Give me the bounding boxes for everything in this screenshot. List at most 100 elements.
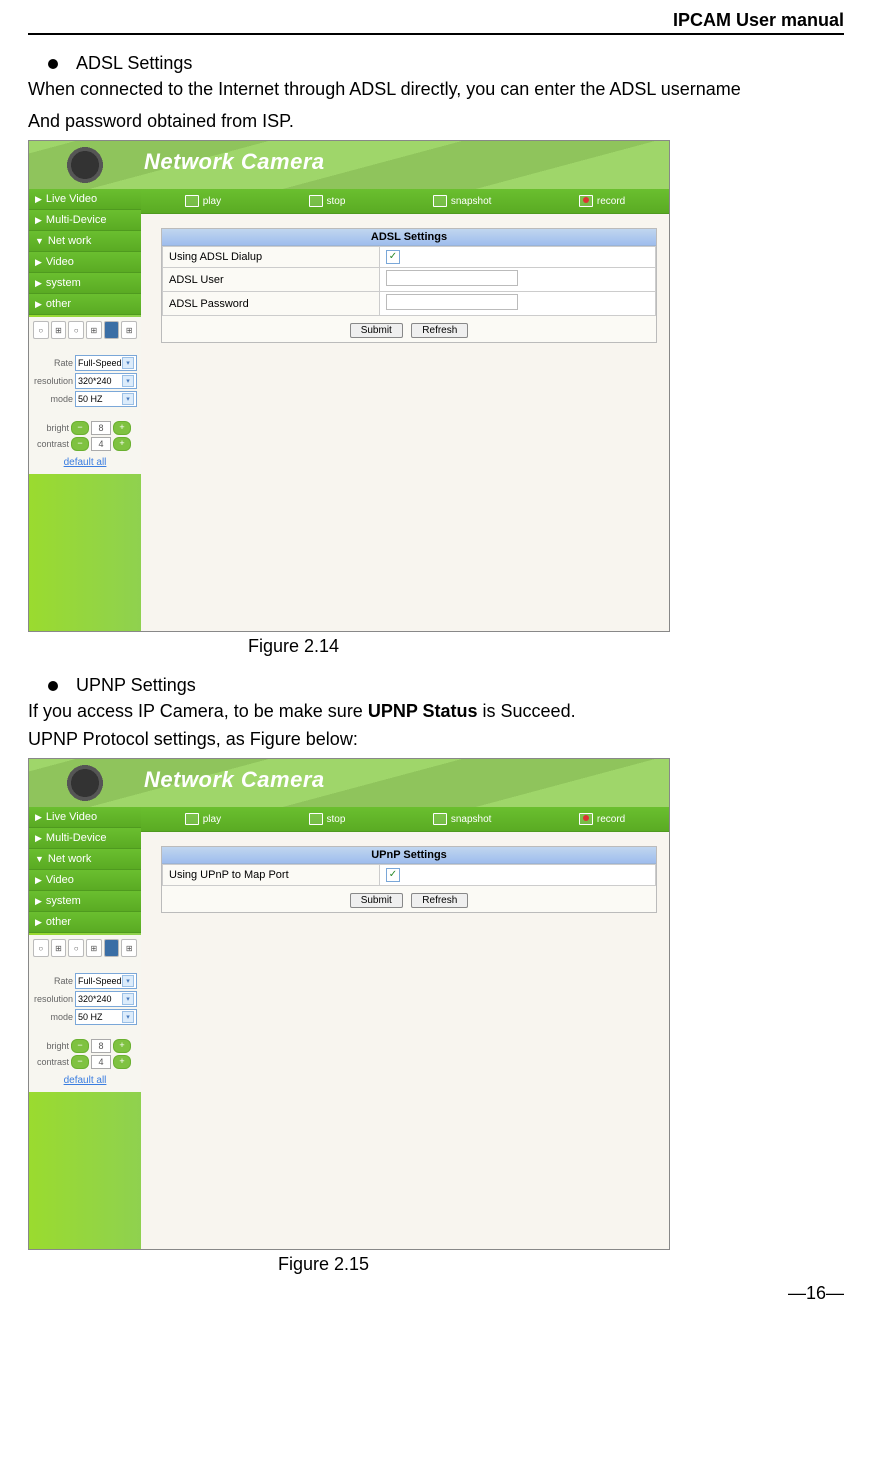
contrast-minus-button[interactable]: − — [71, 1055, 89, 1069]
rate-select[interactable]: Full-Speed▾ — [75, 973, 137, 989]
page-number: —16— — [28, 1283, 844, 1304]
dropdown-icon: ▾ — [122, 993, 134, 1005]
default-all-link[interactable]: default all — [31, 457, 139, 468]
resolution-label: resolution — [33, 376, 73, 386]
nav-video[interactable]: ▶Video — [29, 252, 141, 273]
upnp-button-row: Submit Refresh — [162, 886, 656, 912]
nav-multi-label: Multi-Device — [46, 832, 107, 844]
layout-btn-1[interactable]: ○ — [33, 939, 49, 957]
layout-btn-6[interactable]: ⊞ — [121, 321, 137, 339]
chevron-right-icon: ▶ — [35, 875, 42, 886]
adsl-refresh-button[interactable]: Refresh — [411, 323, 468, 338]
layout-btn-4[interactable]: ⊞ — [86, 939, 102, 957]
resolution-select[interactable]: 320*240▾ — [75, 373, 137, 389]
chevron-right-icon: ▶ — [35, 812, 42, 823]
mode-select[interactable]: 50 HZ▾ — [75, 391, 137, 407]
play-icon — [185, 813, 199, 825]
nav-system-label: system — [46, 277, 81, 289]
resolution-row: resolution 320*240▾ — [31, 373, 139, 389]
layout-btn-2[interactable]: ⊞ — [51, 939, 67, 957]
adsl-user-input[interactable] — [386, 270, 518, 286]
nav-other[interactable]: ▶other — [29, 912, 141, 933]
snapshot-label: snapshot — [451, 814, 492, 825]
upnp-mapport-checkbox[interactable]: ✓ — [386, 868, 400, 882]
mode-select[interactable]: 50 HZ▾ — [75, 1009, 137, 1025]
content-area: play stop snapshot record ADSL Settings … — [141, 189, 669, 631]
mode-row: mode 50 HZ▾ — [31, 1009, 139, 1025]
bright-minus-button[interactable]: − — [71, 1039, 89, 1053]
nav-network-label: Net work — [48, 853, 91, 865]
nav-live-label: Live Video — [46, 193, 97, 205]
layout-buttons-row: ○ ⊞ ○ ⊞ ⊞ — [31, 939, 139, 957]
adsl-desc-line-2: And password obtained from ISP. — [28, 108, 844, 134]
upnp-refresh-button[interactable]: Refresh — [411, 893, 468, 908]
toolbar: play stop snapshot record — [141, 189, 669, 214]
snapshot-button[interactable]: snapshot — [423, 193, 502, 209]
bullet-dot-icon — [48, 681, 58, 691]
nav-multi-device[interactable]: ▶Multi-Device — [29, 828, 141, 849]
layout-btn-1[interactable]: ○ — [33, 321, 49, 339]
app-title: Network Camera — [144, 767, 325, 793]
contrast-plus-button[interactable]: + — [113, 1055, 131, 1069]
rate-select[interactable]: Full-Speed▾ — [75, 355, 137, 371]
layout-btn-4[interactable]: ⊞ — [86, 321, 102, 339]
nav-network[interactable]: ▼Net work — [29, 849, 141, 870]
rate-value: Full-Speed — [78, 358, 122, 368]
nav-live-video[interactable]: ▶Live Video — [29, 807, 141, 828]
bright-plus-button[interactable]: + — [113, 421, 131, 435]
contrast-plus-button[interactable]: + — [113, 437, 131, 451]
upnp-submit-button[interactable]: Submit — [350, 893, 403, 908]
adsl-row-user: ADSL User — [163, 268, 656, 292]
adsl-password-input[interactable] — [386, 294, 518, 310]
play-button[interactable]: play — [175, 193, 231, 209]
snapshot-label: snapshot — [451, 196, 492, 207]
title-bar: Network Camera — [29, 759, 669, 807]
nav-multi-device[interactable]: ▶Multi-Device — [29, 210, 141, 231]
chevron-right-icon: ▶ — [35, 194, 42, 205]
nav-network[interactable]: ▼Net work — [29, 231, 141, 252]
layout-btn-3[interactable]: ○ — [68, 939, 84, 957]
adsl-settings-panel: ADSL Settings Using ADSL Dialup ✓ ADSL U… — [161, 228, 657, 343]
nav-video-label: Video — [46, 256, 74, 268]
bright-plus-button[interactable]: + — [113, 1039, 131, 1053]
upnp-settings-panel: UPnP Settings Using UPnP to Map Port ✓ S… — [161, 846, 657, 913]
camera-logo-icon — [35, 763, 135, 803]
snapshot-button[interactable]: snapshot — [423, 811, 502, 827]
upnp-row-mapport: Using UPnP to Map Port ✓ — [163, 865, 656, 886]
record-button[interactable]: record — [569, 193, 635, 209]
play-button[interactable]: play — [175, 811, 231, 827]
document-header: IPCAM User manual — [28, 10, 844, 35]
resolution-select[interactable]: 320*240 ▾ — [75, 991, 137, 1007]
nav-system[interactable]: ▶system — [29, 273, 141, 294]
stop-button[interactable]: stop — [299, 193, 356, 209]
resolution-value: 320*240 — [78, 994, 112, 1004]
upnp-status-bold: UPNP Status — [368, 701, 478, 721]
sidebar: ▶Live Video ▶Multi-Device ▼Net work ▶Vid… — [29, 807, 141, 1249]
control-panel: ○ ⊞ ○ ⊞ ⊞ Rate Full-Speed▾ resolution — [29, 935, 141, 1092]
layout-btn-2[interactable]: ⊞ — [51, 321, 67, 339]
nav-video[interactable]: ▶Video — [29, 870, 141, 891]
layout-btn-5[interactable] — [104, 939, 120, 957]
record-icon — [579, 813, 593, 825]
content-area: play stop snapshot record UPnP Settings … — [141, 807, 669, 1249]
nav-other[interactable]: ▶other — [29, 294, 141, 315]
nav-live-video[interactable]: ▶ Live Video — [29, 189, 141, 210]
stop-button[interactable]: stop — [299, 811, 356, 827]
default-all-link[interactable]: default all — [31, 1075, 139, 1086]
nav-system[interactable]: ▶system — [29, 891, 141, 912]
adsl-row-dialup: Using ADSL Dialup ✓ — [163, 247, 656, 268]
bright-minus-button[interactable]: − — [71, 421, 89, 435]
dropdown-icon: ▾ — [122, 375, 134, 387]
record-button[interactable]: record — [569, 811, 635, 827]
nav-other-label: other — [46, 298, 71, 310]
layout-btn-5[interactable] — [104, 321, 120, 339]
layout-btn-6[interactable]: ⊞ — [121, 939, 137, 957]
bright-row: bright − 8 + — [31, 1039, 139, 1053]
adsl-dialup-checkbox[interactable]: ✓ — [386, 250, 400, 264]
adsl-submit-button[interactable]: Submit — [350, 323, 403, 338]
layout-btn-3[interactable]: ○ — [68, 321, 84, 339]
chevron-right-icon: ▶ — [35, 896, 42, 907]
contrast-minus-button[interactable]: − — [71, 437, 89, 451]
snapshot-icon — [433, 195, 447, 207]
bullet-adsl-text: ADSL Settings — [76, 53, 192, 74]
